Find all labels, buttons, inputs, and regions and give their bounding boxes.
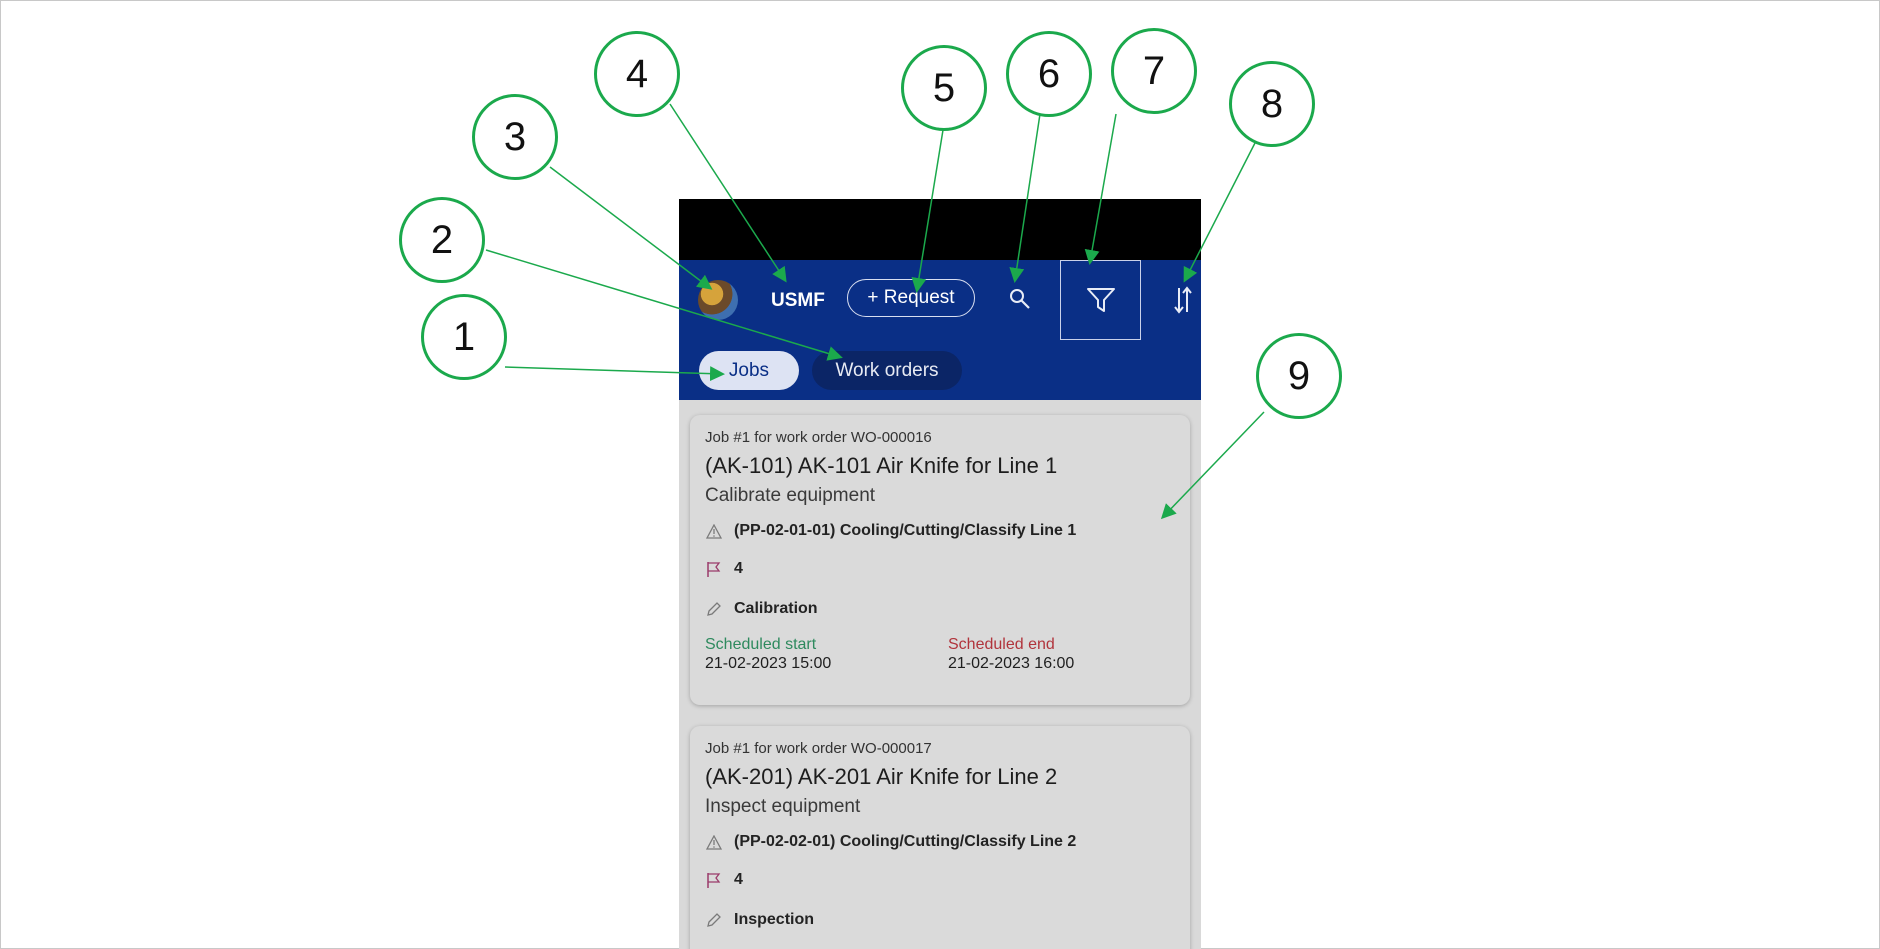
callout-3: 3 (472, 94, 558, 180)
callout-4: 4 (594, 31, 680, 117)
callout-1: 1 (421, 294, 507, 380)
callout-5: 5 (901, 45, 987, 131)
callout-9: 9 (1256, 333, 1342, 419)
callout-arrows (485, 103, 1265, 520)
callout-6: 6 (1006, 31, 1092, 117)
callout-8: 8 (1229, 61, 1315, 147)
callout-2: 2 (399, 197, 485, 283)
callout-7: 7 (1111, 28, 1197, 114)
